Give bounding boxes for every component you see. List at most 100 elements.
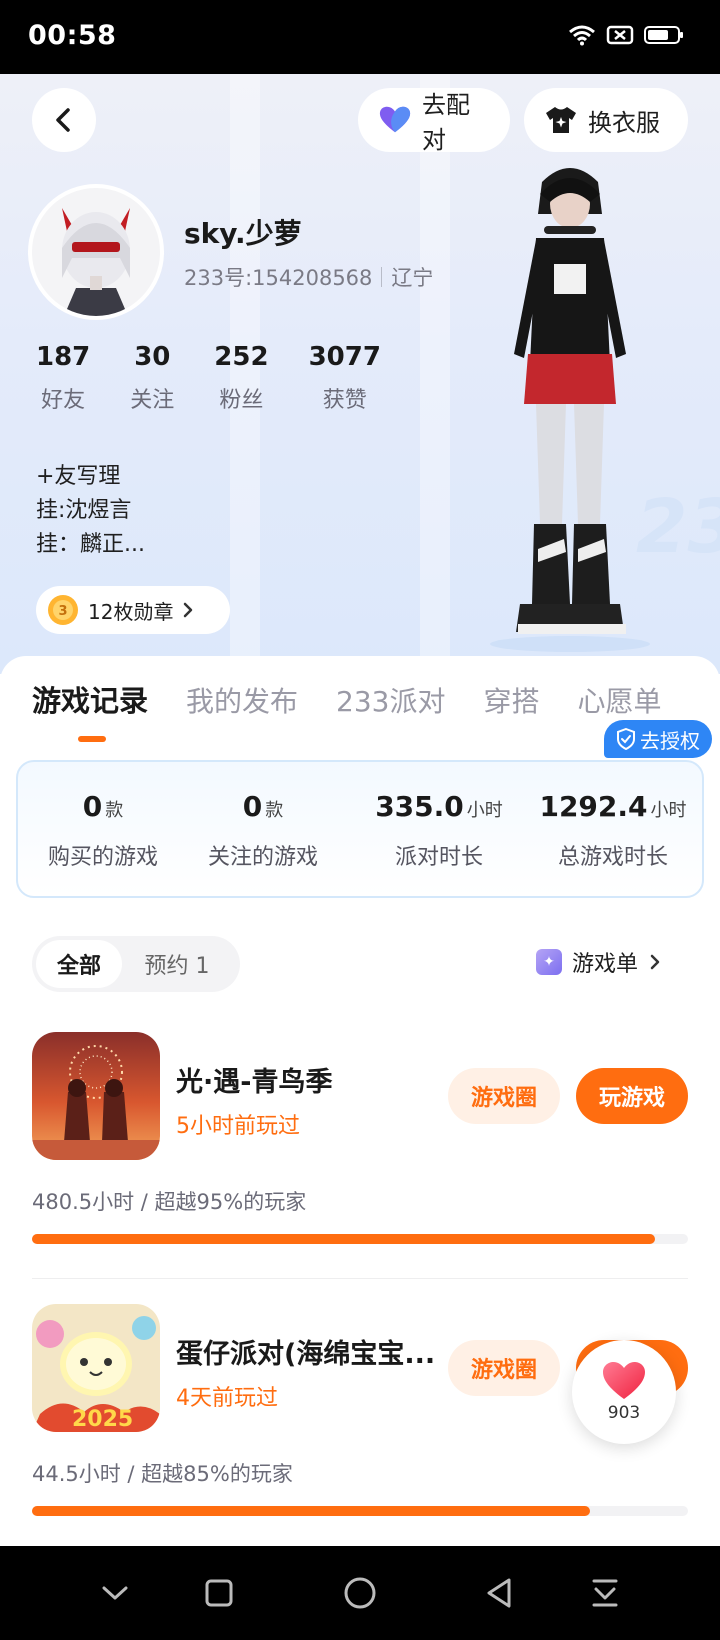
username: sky.少萝: [184, 217, 302, 250]
profile-header: 去配对 换衣服 sky.少萝 233号:154208568 辽宁 187 好友: [0, 74, 720, 674]
profile-stats: 187 好友 30 关注 252 粉丝 3077 获赞: [36, 342, 421, 414]
avatar-character-figure[interactable]: [480, 154, 660, 654]
pair-button-label: 去配对: [422, 91, 470, 154]
game-row[interactable]: 光·遇-青鸟季 5小时前玩过 游戏圈 玩游戏 480.5小时 / 超越95%的玩…: [32, 1032, 688, 1252]
circle-icon: [344, 1577, 376, 1609]
nav-back-button[interactable]: [474, 1568, 524, 1618]
summary-total-time[interactable]: 1292.4 小时 总游戏时长: [528, 790, 698, 871]
game-artwork: 2025: [32, 1304, 160, 1432]
bio-line: 挂：麟正...: [36, 532, 145, 557]
tab-outfits[interactable]: 穿搭: [483, 680, 539, 720]
tab-indicator: [78, 736, 106, 742]
stat-label: 关注: [130, 388, 175, 413]
game-circle-button[interactable]: 游戏圈: [448, 1068, 560, 1124]
filter-all[interactable]: 全部: [36, 940, 122, 988]
game-icon-sky[interactable]: [32, 1032, 160, 1160]
square-icon: [205, 1579, 233, 1607]
authorize-button[interactable]: 去授权: [604, 720, 712, 758]
play-game-button[interactable]: 玩游戏: [576, 1068, 688, 1124]
chevron-left-icon: [56, 108, 70, 132]
game-last-played: 4天前玩过: [176, 1386, 278, 1411]
game-circle-button[interactable]: 游戏圈: [448, 1340, 560, 1396]
change-outfit-label: 换衣服: [588, 108, 660, 137]
authorize-label: 去授权: [640, 728, 700, 753]
heart-icon: [603, 1362, 645, 1399]
stat-value: 3077: [308, 342, 381, 372]
nav-notification-button[interactable]: [580, 1568, 630, 1618]
summary-unit: 款: [265, 800, 284, 821]
row-divider: [32, 1278, 688, 1279]
summary-value: 0: [242, 790, 263, 823]
game-progress-track: [32, 1506, 688, 1516]
bio-line: +友写理: [36, 464, 121, 489]
wifi-icon: [569, 25, 595, 46]
game-name: 蛋仔派对(海绵宝宝...: [176, 1339, 436, 1370]
status-icons: [568, 24, 684, 46]
svg-text:3: 3: [58, 604, 67, 619]
summary-value: 335.0: [375, 790, 464, 823]
summary-party-time[interactable]: 335.0 小时 派对时长: [354, 790, 524, 871]
stat-friends[interactable]: 187 好友: [36, 342, 90, 414]
game-progress-track: [32, 1234, 688, 1244]
stat-label: 好友: [41, 388, 86, 413]
bio: +友写理 挂:沈煜言 挂：麟正...: [36, 460, 145, 562]
stat-label: 获赞: [322, 388, 367, 413]
stat-value: 30: [134, 342, 171, 372]
brand-watermark-233: 233: [636, 484, 720, 570]
stat-value: 187: [36, 342, 91, 372]
tab-wishlist[interactable]: 心愿单: [578, 680, 662, 720]
status-bar: 00:58: [0, 0, 720, 74]
sparkle-icon: ✦: [536, 949, 562, 975]
stat-fans[interactable]: 252 粉丝: [214, 342, 268, 414]
chevron-down-icon: [102, 1586, 128, 1600]
back-button[interactable]: [32, 88, 96, 152]
avatar[interactable]: [28, 184, 164, 320]
summary-unit: 小时: [466, 800, 503, 821]
medals-button[interactable]: 3 12枚勋章: [36, 586, 230, 634]
tshirt-icon: [546, 107, 576, 133]
nav-collapse-button[interactable]: [90, 1568, 140, 1618]
filter-reserved[interactable]: 预约 1: [122, 940, 232, 988]
summary-purchased[interactable]: 0款 购买的游戏: [18, 790, 188, 871]
summary-unit: 款: [105, 800, 124, 821]
game-artwork: [32, 1032, 160, 1160]
svg-text:2025: 2025: [72, 1407, 133, 1432]
change-outfit-button[interactable]: 换衣服: [524, 88, 688, 152]
like-count: 903: [607, 1403, 641, 1423]
triangle-back-icon: [487, 1578, 511, 1608]
user-meta: 233号:154208568 辽宁: [184, 262, 433, 292]
meta-divider: [381, 267, 383, 287]
chevron-right-icon: [184, 602, 193, 618]
filter-segment: 全部 预约 1: [32, 936, 240, 992]
summary-followed[interactable]: 0款 关注的游戏: [178, 790, 348, 871]
tab-party[interactable]: 233派对: [336, 680, 445, 720]
game-list-label: 游戏单: [572, 952, 639, 977]
tab-bar: 游戏记录 我的发布 233派对 穿搭 心愿单: [32, 678, 662, 720]
summary-label: 关注的游戏: [207, 845, 318, 870]
summary-value: 0: [82, 790, 103, 823]
nav-home-button[interactable]: [335, 1568, 385, 1618]
nav-recents-button[interactable]: [194, 1568, 244, 1618]
battery-icon: [644, 26, 683, 44]
pull-down-icon: [592, 1579, 618, 1607]
game-list-link[interactable]: ✦ 游戏单: [536, 946, 662, 978]
stat-label: 粉丝: [219, 388, 264, 413]
location: 辽宁: [391, 266, 434, 290]
game-progress-fill: [32, 1506, 590, 1516]
avatar-illustration: [32, 188, 160, 316]
game-playtime-stat: 44.5小时 / 超越85%的玩家: [32, 1462, 293, 1486]
summary-label: 购买的游戏: [47, 845, 158, 870]
stat-following[interactable]: 30 关注: [130, 342, 174, 414]
system-nav-bar: [0, 1546, 720, 1640]
game-icon-eggy-party[interactable]: 2025: [32, 1304, 160, 1432]
like-floating-button[interactable]: 903: [572, 1340, 676, 1444]
shield-check-icon: [617, 728, 635, 750]
game-name: 光·遇-青鸟季: [176, 1067, 333, 1098]
status-time: 00:58: [28, 20, 117, 51]
tab-my-posts[interactable]: 我的发布: [186, 680, 298, 720]
chevron-right-icon: [650, 954, 660, 970]
stat-likes[interactable]: 3077 获赞: [309, 342, 381, 414]
summary-value: 1292.4: [539, 790, 648, 823]
pair-button[interactable]: 去配对: [358, 88, 510, 154]
tab-game-records[interactable]: 游戏记录: [32, 678, 148, 720]
